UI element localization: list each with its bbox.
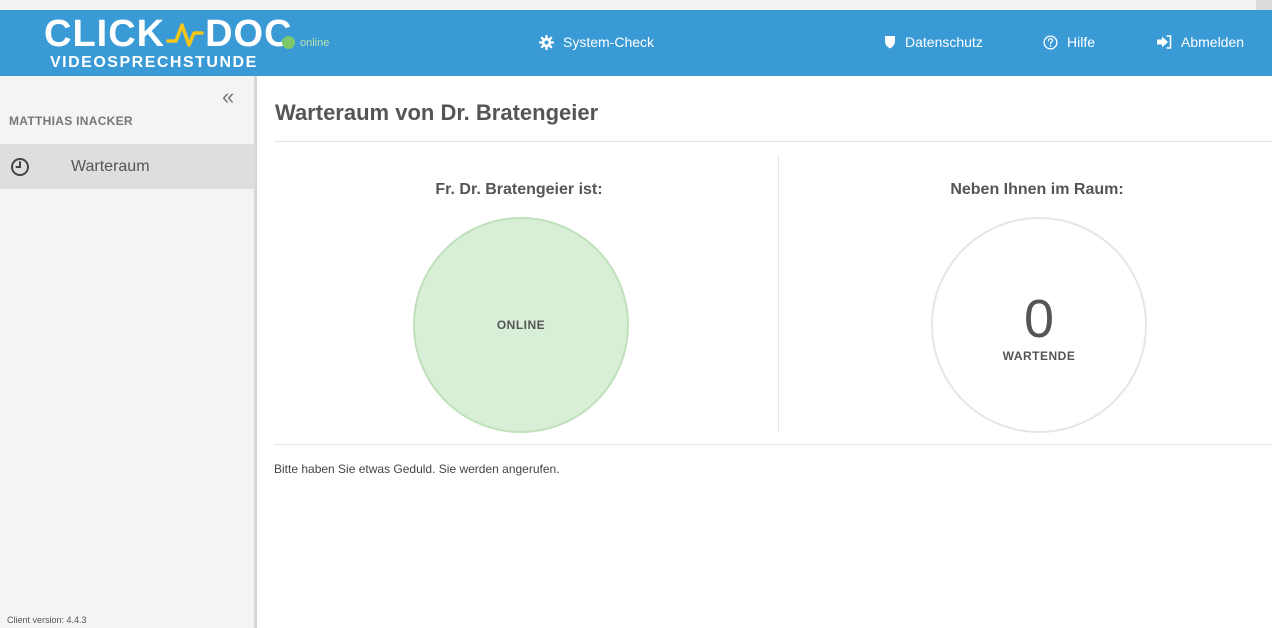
connection-status: online — [282, 36, 329, 49]
collapse-sidebar-icon[interactable]: « — [222, 84, 234, 110]
doctor-status-heading: Fr. Dr. Bratengeier ist: — [435, 181, 603, 198]
user-name: MATTHIAS INACKER — [9, 114, 133, 128]
sidebar-item-warteraum[interactable]: Warteraum — [0, 144, 254, 189]
datenschutz-link[interactable]: Datenschutz — [884, 34, 983, 50]
abmelden-button[interactable]: Abmelden — [1156, 34, 1244, 50]
logo-text-click: CLICK — [44, 13, 166, 55]
datenschutz-label: Datenschutz — [905, 34, 983, 50]
waiting-count-value: 0 — [1023, 289, 1055, 349]
client-version: Client version: 4.4.3 — [7, 615, 87, 625]
status-dot-icon — [282, 36, 295, 49]
status-text: online — [300, 36, 330, 49]
doctor-status-value: ONLINE — [496, 318, 546, 332]
abmelden-label: Abmelden — [1181, 34, 1245, 50]
scrollbar-corner — [1256, 0, 1272, 10]
top-navbar: CLICK DOC VIDEOSPRECHSTUNDE online Syste… — [0, 10, 1272, 76]
clickdoc-logo: CLICK DOC VIDEOSPRECHSTUNDE — [44, 12, 292, 76]
logo-wave-icon — [166, 23, 204, 47]
divider-bottom — [274, 444, 1272, 445]
waiting-message: Bitte haben Sie etwas Geduld. Sie werden… — [274, 462, 560, 476]
gear-icon — [539, 34, 554, 50]
waiting-count-heading: Neben Ihnen im Raum: — [950, 181, 1124, 198]
logout-icon — [1157, 35, 1172, 49]
clock-icon — [11, 157, 29, 176]
sidebar: « MATTHIAS INACKER Warteraum Client vers… — [0, 76, 257, 628]
divider-top — [274, 141, 1272, 142]
hilfe-label: Hilfe — [1067, 34, 1096, 50]
sidebar-item-label: Warteraum — [71, 157, 150, 175]
page-title: Warteraum von Dr. Bratengeier — [275, 100, 599, 125]
system-check-label: System-Check — [563, 34, 655, 50]
main-content: Warteraum von Dr. Bratengeier Fr. Dr. Br… — [257, 76, 1272, 628]
doctor-status-circle: ONLINE — [413, 217, 629, 433]
logo-wordmark: CLICK DOC — [44, 12, 293, 56]
column-divider — [778, 156, 779, 431]
browser-top-strip — [0, 0, 1272, 10]
waiting-count-label: WARTENDE — [1002, 349, 1076, 363]
shield-icon — [885, 36, 895, 49]
waiting-count-circle: 0 WARTENDE — [931, 217, 1147, 433]
logo-subtitle: VIDEOSPRECHSTUNDE — [50, 54, 258, 71]
hilfe-link[interactable]: Hilfe — [1043, 34, 1095, 50]
help-icon — [1043, 34, 1058, 50]
logo-text-doc: DOC — [205, 13, 293, 55]
system-check-button[interactable]: System-Check — [539, 34, 654, 50]
